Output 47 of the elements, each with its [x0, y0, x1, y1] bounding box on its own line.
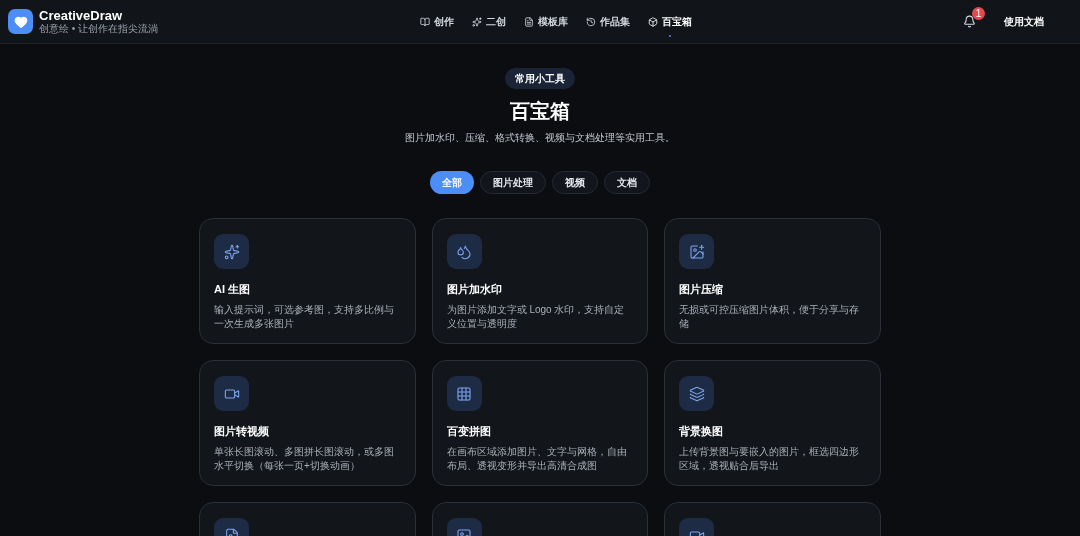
page-subtitle: 图片加水印、压缩、格式转换、视频与文档处理等实用工具。: [405, 131, 675, 145]
nav-item[interactable]: 创作: [420, 14, 454, 29]
tool-title: 背景换图: [679, 424, 724, 439]
tool-description: 上传背景图与要嵌入的图片，框选四边形区域，透视贴合后导出: [679, 444, 861, 473]
tool-description: 单张长图滚动、多图拼长图滚动，或多图水平切换（每张一页+切换动画）: [214, 444, 395, 473]
brand-name: CreativeDraw: [39, 9, 124, 22]
logo-icon: [8, 9, 33, 34]
filter-tab[interactable]: 文档: [604, 171, 650, 194]
tool-description: 无损或可控压缩图片体积，便于分享与存储: [679, 302, 861, 331]
filter-tab[interactable]: 视频: [552, 171, 598, 194]
tool-card[interactable]: 图片加水印 为图片添加文字或 Logo 水印，支持自定义位置与透明度: [431, 218, 649, 344]
nav-item[interactable]: 二创: [472, 14, 506, 29]
nav-item[interactable]: 模板库: [524, 14, 568, 29]
image-icon: [679, 234, 715, 269]
bell-icon: [963, 15, 976, 28]
layers-icon: [679, 376, 715, 411]
tool-card[interactable]: 图片压缩 无损或可控压缩图片体积，便于分享与存储: [664, 218, 881, 344]
history-icon: [586, 16, 596, 27]
section-tag: 常用小工具: [505, 68, 575, 89]
tool-title: 图片转视频: [214, 424, 269, 439]
nav-item[interactable]: 百宝箱: [648, 14, 692, 29]
tool-description: 在画布区域添加图片、文字与网格，自由布局、透视变形并导出高清合成图: [446, 444, 628, 473]
sparkles-icon: [214, 234, 249, 269]
notification-badge: 1: [972, 7, 985, 20]
tool-description: 输入提示词，可选参考图，支持多比例与一次生成多张图片: [214, 302, 395, 331]
box-icon: [648, 16, 658, 27]
page-title: 百宝箱: [510, 99, 570, 124]
tool-title: AI 生图: [214, 282, 251, 297]
tool-card[interactable]: 图片转视频 单张长图滚动、多图拼长图滚动，或多图水平切换（每张一页+切换动画）: [199, 360, 416, 486]
sparkles-icon: [472, 16, 482, 27]
tool-title: 图片加水印: [446, 282, 502, 297]
book-icon: [420, 16, 430, 27]
nav-item[interactable]: 作品集: [586, 14, 630, 29]
tool-description: 为图片添加文字或 Logo 水印，支持自定义位置与透明度: [446, 302, 626, 331]
video-camera-icon: [214, 376, 249, 411]
filter-tab[interactable]: 图片处理: [480, 171, 546, 194]
tool-title: 百变拼图: [446, 424, 491, 439]
notifications-button[interactable]: [963, 15, 976, 28]
grid-icon: [446, 376, 482, 411]
brand-tagline: 创意绘 • 让创作在指尖流淌: [39, 24, 159, 34]
tool-card[interactable]: AI 生图 输入提示词，可选参考图，支持多比例与一次生成多张图片: [199, 218, 416, 344]
docs-button[interactable]: 使用文档: [1004, 14, 1044, 29]
droplets-icon: [446, 234, 482, 269]
document-icon: [524, 16, 534, 27]
tool-card[interactable]: 百变拼图 在画布区域添加图片、文字与网格，自由布局、透视变形并导出高清合成图: [431, 360, 649, 486]
tool-card[interactable]: 背景换图 上传背景图与要嵌入的图片，框选四边形区域，透视贴合后导出: [664, 360, 881, 486]
tool-title: 图片压缩: [679, 282, 724, 297]
